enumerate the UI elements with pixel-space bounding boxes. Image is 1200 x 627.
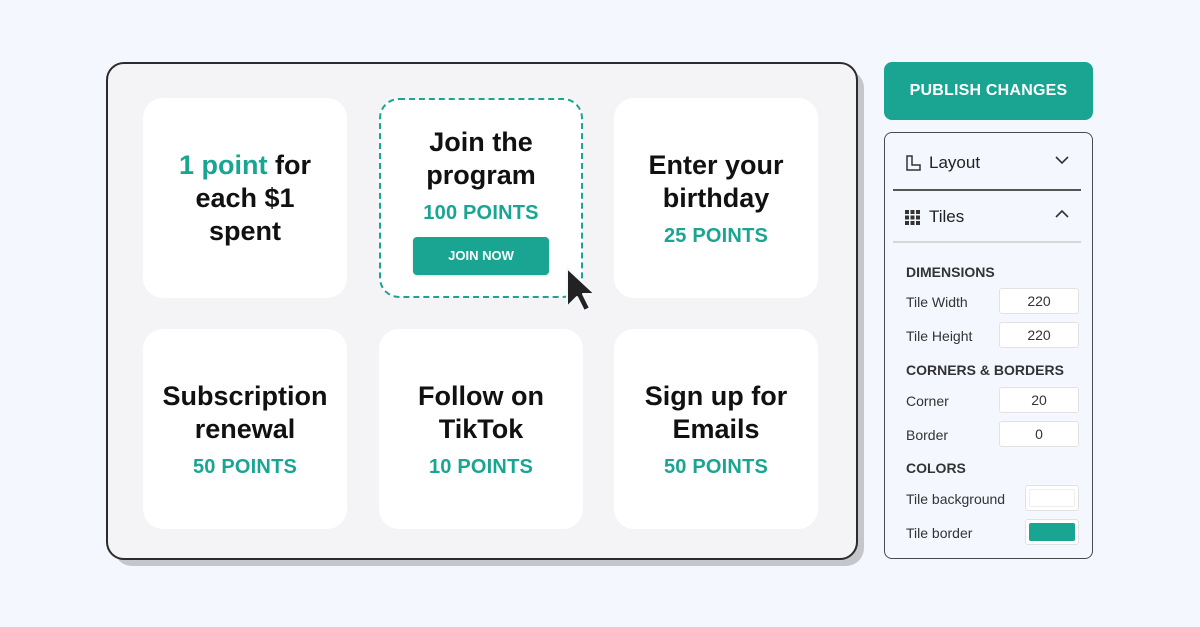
chevron-down-icon bbox=[1055, 156, 1069, 165]
tile-title: Sign up for Emails bbox=[639, 380, 793, 446]
corner-label: Corner bbox=[906, 393, 949, 409]
chevron-up-icon bbox=[1055, 209, 1069, 218]
tile-title-text: birthday bbox=[662, 182, 770, 213]
tile-title-text: Emails bbox=[672, 413, 760, 444]
tile-title-text: spent bbox=[208, 215, 281, 246]
tiles-label: Tiles bbox=[929, 207, 965, 226]
colors-heading: COLORS bbox=[906, 460, 966, 476]
tile-points: 10 POINTS bbox=[428, 455, 534, 478]
border-label: Border bbox=[906, 427, 949, 443]
swatch-color bbox=[1029, 523, 1075, 541]
tile-background-swatch[interactable] bbox=[1025, 485, 1079, 511]
tile-title-accent: 1 point bbox=[179, 149, 268, 180]
tile-width-label: Tile Width bbox=[906, 294, 968, 310]
tile-follow-tiktok[interactable]: Follow on TikTok 10 POINTS bbox=[379, 329, 583, 529]
swatch-color bbox=[1029, 489, 1075, 507]
tile-width-input[interactable]: 220 bbox=[999, 288, 1079, 314]
tile-title: 1 point for each $1 spent bbox=[173, 149, 317, 248]
tile-background-label: Tile background bbox=[906, 491, 1006, 507]
tile-title-text: program bbox=[426, 159, 536, 190]
tile-title: Subscription renewal bbox=[156, 380, 333, 446]
tile-title: Enter your birthday bbox=[642, 149, 789, 215]
settings-panel: Layout Tiles DIMENSIONS Tile Width 220 T… bbox=[884, 132, 1093, 559]
corner-input[interactable]: 20 bbox=[999, 387, 1079, 413]
tile-title: Join the program bbox=[420, 126, 542, 192]
tile-title-text: Sign up for bbox=[644, 380, 788, 411]
tile-border-label: Tile border bbox=[906, 525, 973, 541]
tile-height-input[interactable]: 220 bbox=[999, 322, 1079, 348]
tiles-accordion-header[interactable]: Tiles bbox=[893, 191, 1081, 243]
layout-icon bbox=[905, 154, 923, 172]
tile-signup-emails[interactable]: Sign up for Emails 50 POINTS bbox=[614, 329, 818, 529]
tile-points: 100 POINTS bbox=[423, 201, 539, 224]
tile-join-program[interactable]: Join the program 100 POINTS JOIN NOW bbox=[379, 98, 583, 298]
tile-title-text: for bbox=[267, 149, 311, 180]
tile-title-text: TikTok bbox=[438, 413, 524, 444]
mouse-pointer-icon bbox=[566, 267, 596, 312]
tile-title-text: Subscription bbox=[162, 380, 328, 411]
layout-label: Layout bbox=[929, 153, 981, 172]
corners-borders-heading: CORNERS & BORDERS bbox=[906, 362, 1064, 378]
tile-subscription-renewal[interactable]: Subscription renewal 50 POINTS bbox=[143, 329, 347, 529]
tile-birthday[interactable]: Enter your birthday 25 POINTS bbox=[614, 98, 818, 298]
tile-points: 50 POINTS bbox=[192, 455, 298, 478]
tile-border-swatch[interactable] bbox=[1025, 519, 1079, 545]
tile-title-text: Enter your bbox=[648, 149, 784, 180]
tile-canvas: 1 point for each $1 spent Join the progr… bbox=[106, 62, 858, 560]
tile-title-text: renewal bbox=[194, 413, 296, 444]
dimensions-heading: DIMENSIONS bbox=[906, 264, 995, 280]
tile-title: Follow on TikTok bbox=[412, 380, 550, 446]
tile-points: 25 POINTS bbox=[663, 224, 769, 247]
tile-title-text: Follow on bbox=[418, 380, 544, 411]
tile-points-per-dollar[interactable]: 1 point for each $1 spent bbox=[143, 98, 347, 298]
tile-title-text: Join the bbox=[429, 126, 533, 157]
tile-points: 50 POINTS bbox=[663, 455, 769, 478]
divider bbox=[893, 241, 1081, 243]
grid-icon bbox=[905, 208, 923, 226]
tile-height-label: Tile Height bbox=[906, 328, 973, 344]
publish-changes-button[interactable]: PUBLISH CHANGES bbox=[884, 62, 1093, 120]
layout-accordion-header[interactable]: Layout bbox=[893, 137, 1081, 189]
join-now-button[interactable]: JOIN NOW bbox=[413, 236, 549, 275]
tile-title-text: each $1 bbox=[195, 182, 295, 213]
border-input[interactable]: 0 bbox=[999, 421, 1079, 447]
